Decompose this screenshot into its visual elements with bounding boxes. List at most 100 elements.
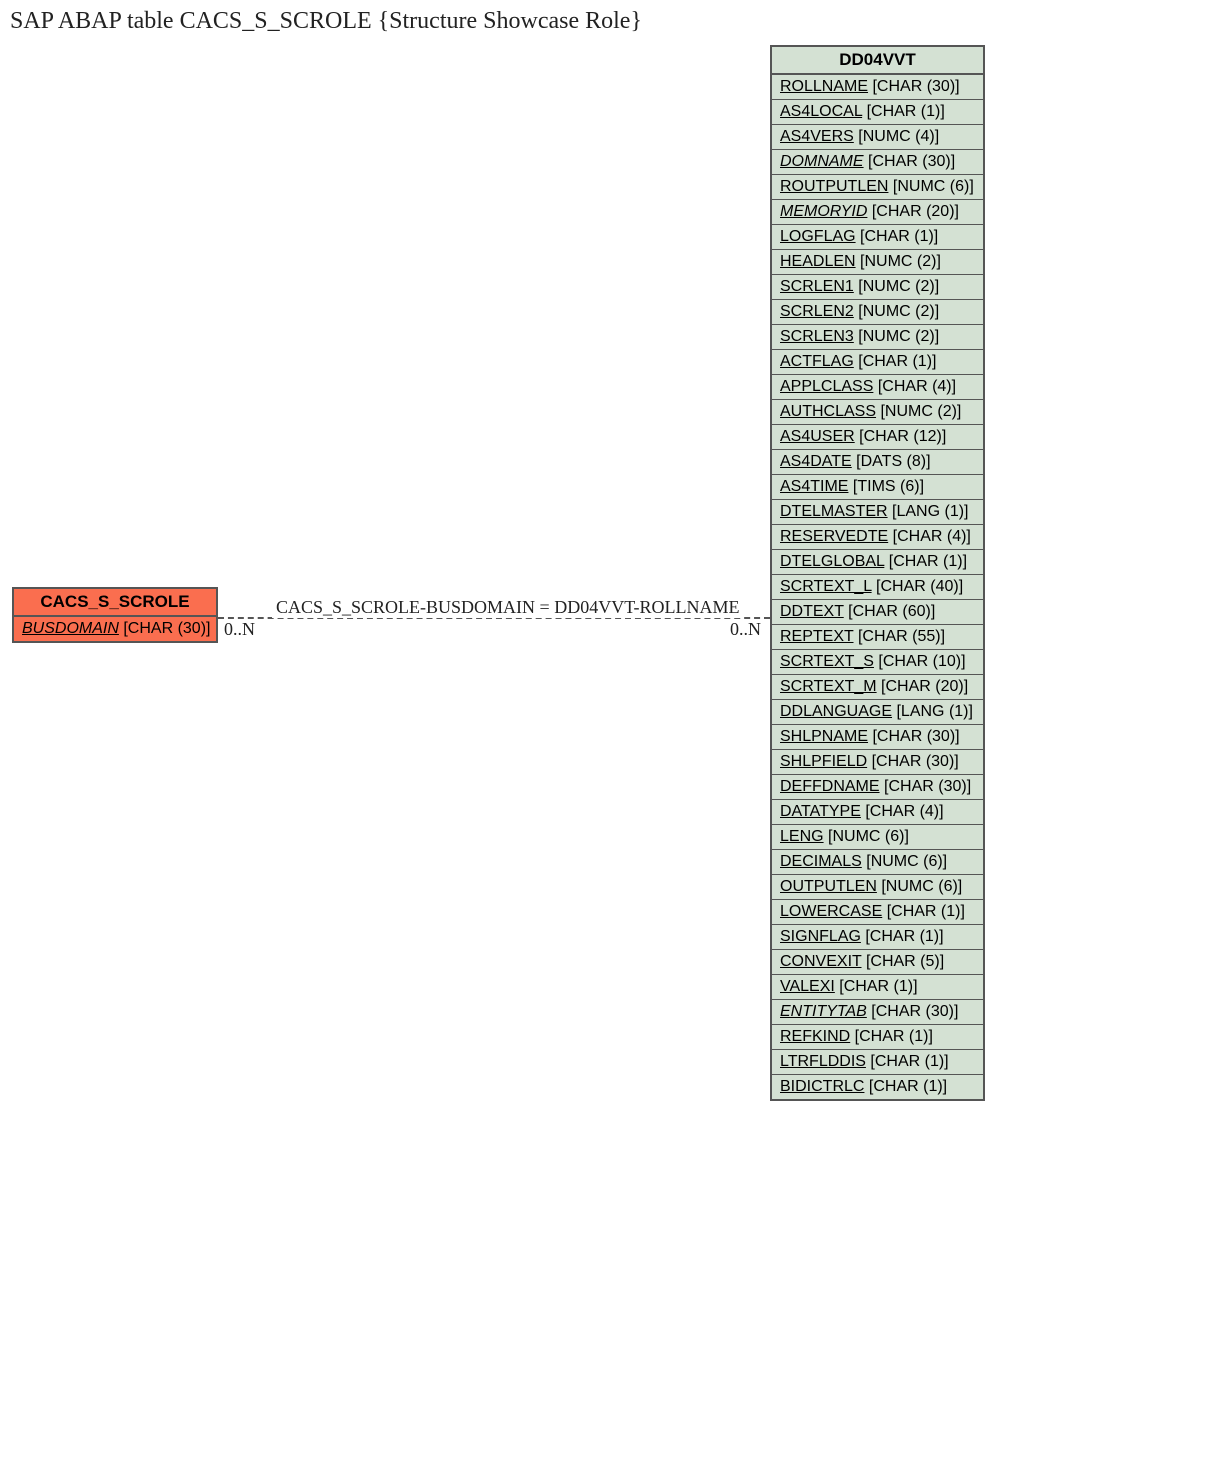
field-row: REPTEXT [CHAR (55)] (772, 625, 983, 650)
field-row: DTELGLOBAL [CHAR (1)] (772, 550, 983, 575)
field-row: DTELMASTER [LANG (1)] (772, 500, 983, 525)
field-name: OUTPUTLEN (780, 878, 877, 895)
field-type: [CHAR (60)] (844, 603, 936, 620)
entity-cacs-s-scrole: CACS_S_SCROLE BUSDOMAIN [CHAR (30)] (12, 587, 218, 643)
field-type: [NUMC (6)] (877, 878, 962, 895)
field-type: [CHAR (1)] (882, 903, 965, 920)
entity-header: DD04VVT (772, 47, 983, 75)
field-row: DDLANGUAGE [LANG (1)] (772, 700, 983, 725)
field-row: LOGFLAG [CHAR (1)] (772, 225, 983, 250)
field-row: ROLLNAME [CHAR (30)] (772, 75, 983, 100)
field-name: LTRFLDDIS (780, 1053, 866, 1070)
entity-dd04vvt: DD04VVT ROLLNAME [CHAR (30)]AS4LOCAL [CH… (770, 45, 985, 1101)
field-name: DTELMASTER (780, 503, 888, 520)
field-type: [CHAR (1)] (850, 1028, 933, 1045)
field-name: SCRTEXT_M (780, 678, 877, 695)
field-row: ENTITYTAB [CHAR (30)] (772, 1000, 983, 1025)
field-name: ROUTPUTLEN (780, 178, 888, 195)
field-type: [NUMC (2)] (854, 328, 939, 345)
field-type: [CHAR (1)] (835, 978, 918, 995)
field-type: [CHAR (30)] (864, 153, 956, 170)
field-name: SIGNFLAG (780, 928, 861, 945)
field-type: [CHAR (5)] (862, 953, 945, 970)
field-name: MEMORYID (780, 203, 867, 220)
field-row: SHLPNAME [CHAR (30)] (772, 725, 983, 750)
field-name: DATATYPE (780, 803, 861, 820)
field-row: LOWERCASE [CHAR (1)] (772, 900, 983, 925)
field-name: RESERVEDTE (780, 528, 888, 545)
field-name: DDLANGUAGE (780, 703, 892, 720)
field-type: [CHAR (1)] (856, 228, 939, 245)
field-row: SHLPFIELD [CHAR (30)] (772, 750, 983, 775)
field-row: SCRLEN2 [NUMC (2)] (772, 300, 983, 325)
field-row: HEADLEN [NUMC (2)] (772, 250, 983, 275)
er-diagram: CACS_S_SCROLE-BUSDOMAIN = DD04VVT-ROLLNA… (0, 39, 1205, 1459)
field-row: DDTEXT [CHAR (60)] (772, 600, 983, 625)
field-type: [LANG (1)] (888, 503, 969, 520)
field-type: [CHAR (40)] (872, 578, 964, 595)
field-row: OUTPUTLEN [NUMC (6)] (772, 875, 983, 900)
field-name: AS4DATE (780, 453, 852, 470)
field-name: BIDICTRLC (780, 1078, 864, 1095)
field-row: LENG [NUMC (6)] (772, 825, 983, 850)
field-type: [NUMC (4)] (854, 128, 939, 145)
field-row: ROUTPUTLEN [NUMC (6)] (772, 175, 983, 200)
field-row: DATATYPE [CHAR (4)] (772, 800, 983, 825)
field-type: [CHAR (30)] (867, 1003, 959, 1020)
field-type: [CHAR (30)] (880, 778, 972, 795)
field-type: [DATS (8)] (852, 453, 931, 470)
field-name: SCRLEN3 (780, 328, 854, 345)
field-name: SCRLEN1 (780, 278, 854, 295)
field-name: DDTEXT (780, 603, 844, 620)
field-type: [NUMC (2)] (876, 403, 961, 420)
field-name: SCRTEXT_L (780, 578, 872, 595)
field-type: [NUMC (2)] (854, 278, 939, 295)
field-row: ACTFLAG [CHAR (1)] (772, 350, 983, 375)
field-type: [NUMC (2)] (854, 303, 939, 320)
field-type: [CHAR (4)] (873, 378, 956, 395)
field-row: SCRTEXT_M [CHAR (20)] (772, 675, 983, 700)
field-name: VALEXI (780, 978, 835, 995)
field-name: AS4TIME (780, 478, 848, 495)
field-row: AS4TIME [TIMS (6)] (772, 475, 983, 500)
field-row: MEMORYID [CHAR (20)] (772, 200, 983, 225)
field-row: APPLCLASS [CHAR (4)] (772, 375, 983, 400)
field-type: [CHAR (10)] (874, 653, 966, 670)
field-type: [CHAR (4)] (861, 803, 944, 820)
relation-label: CACS_S_SCROLE-BUSDOMAIN = DD04VVT-ROLLNA… (272, 597, 744, 618)
field-row: DEFFDNAME [CHAR (30)] (772, 775, 983, 800)
field-row: DOMNAME [CHAR (30)] (772, 150, 983, 175)
field-row: LTRFLDDIS [CHAR (1)] (772, 1050, 983, 1075)
field-type: [CHAR (30)] (119, 620, 211, 637)
field-type: [CHAR (20)] (877, 678, 969, 695)
field-type: [CHAR (12)] (855, 428, 947, 445)
field-type: [CHAR (1)] (866, 1053, 949, 1070)
field-name: AS4VERS (780, 128, 854, 145)
field-row: AS4VERS [NUMC (4)] (772, 125, 983, 150)
field-type: [CHAR (1)] (862, 103, 945, 120)
field-type: [TIMS (6)] (848, 478, 924, 495)
field-row: AS4USER [CHAR (12)] (772, 425, 983, 450)
field-name: APPLCLASS (780, 378, 873, 395)
field-row: BIDICTRLC [CHAR (1)] (772, 1075, 983, 1099)
cardinality-left: 0..N (224, 619, 255, 640)
field-type: [CHAR (1)] (864, 1078, 947, 1095)
field-row: AS4DATE [DATS (8)] (772, 450, 983, 475)
field-name: AUTHCLASS (780, 403, 876, 420)
cardinality-right: 0..N (730, 619, 761, 640)
field-name: LOWERCASE (780, 903, 882, 920)
field-name: REPTEXT (780, 628, 854, 645)
field-row: CONVEXIT [CHAR (5)] (772, 950, 983, 975)
field-name: AS4LOCAL (780, 103, 862, 120)
field-name: CONVEXIT (780, 953, 862, 970)
page-title: SAP ABAP table CACS_S_SCROLE {Structure … (0, 0, 1205, 39)
field-name: SCRLEN2 (780, 303, 854, 320)
field-type: [CHAR (1)] (884, 553, 967, 570)
field-name: ROLLNAME (780, 78, 868, 95)
field-row: AS4LOCAL [CHAR (1)] (772, 100, 983, 125)
field-row: SCRLEN3 [NUMC (2)] (772, 325, 983, 350)
field-name: SCRTEXT_S (780, 653, 874, 670)
field-row: SCRTEXT_S [CHAR (10)] (772, 650, 983, 675)
field-name: LENG (780, 828, 824, 845)
field-row: DECIMALS [NUMC (6)] (772, 850, 983, 875)
